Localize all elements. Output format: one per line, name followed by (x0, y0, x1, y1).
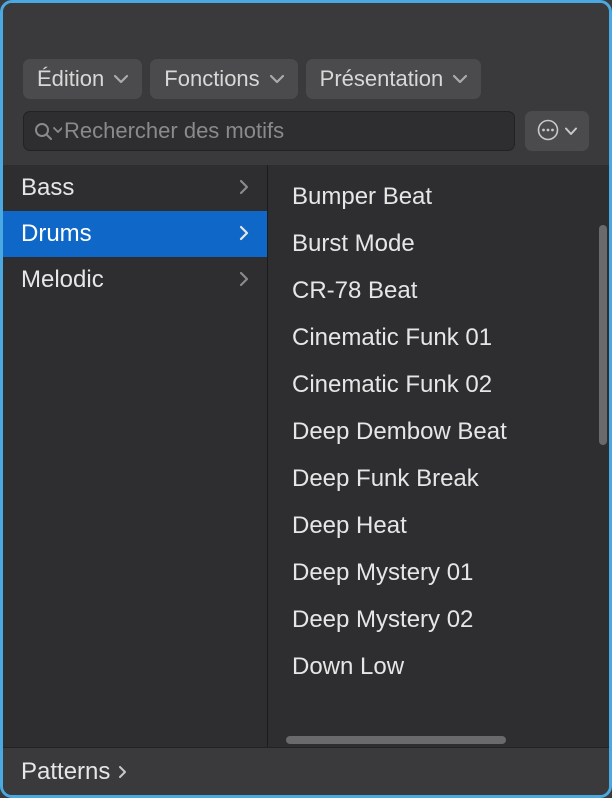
list-item-label: Burst Mode (292, 230, 415, 258)
edit-menu-label: Édition (37, 66, 104, 92)
scrollbar-vertical[interactable] (599, 225, 607, 445)
search-input[interactable] (64, 118, 504, 144)
list-item-label: Down Low (292, 653, 404, 681)
list-item[interactable]: CR-78 Beat (268, 267, 609, 314)
list-item[interactable]: Down Low (268, 643, 609, 690)
titlebar (3, 3, 609, 47)
list-item-label: Deep Funk Break (292, 465, 479, 493)
window-frame: Édition Fonctions Présentation (0, 0, 612, 798)
list-item-label: CR-78 Beat (292, 277, 417, 305)
pattern-column: Bumper Beat Burst Mode CR-78 Beat Cinema… (268, 165, 609, 747)
search-icon (32, 121, 62, 141)
ellipsis-icon (537, 119, 559, 144)
list-item[interactable]: Cinematic Funk 01 (268, 314, 609, 361)
list-item-label: Deep Dembow Beat (292, 418, 507, 446)
chevron-down-icon (453, 74, 467, 84)
category-item-drums[interactable]: Drums (3, 211, 267, 257)
chevron-down-icon (114, 74, 128, 84)
category-item-bass[interactable]: Bass (3, 165, 267, 211)
list-item[interactable]: Deep Funk Break (268, 455, 609, 502)
chevron-down-icon (565, 124, 577, 139)
list-item-label: Deep Mystery 02 (292, 606, 473, 634)
category-item-melodic[interactable]: Melodic (3, 257, 267, 303)
chevron-right-icon (239, 266, 249, 294)
chevron-down-icon (270, 74, 284, 84)
list-item-label: Cinematic Funk 01 (292, 324, 492, 352)
list-item-label: Deep Mystery 01 (292, 559, 473, 587)
list-item-label: Cinematic Funk 02 (292, 371, 492, 399)
list-item[interactable]: Cinematic Funk 02 (268, 361, 609, 408)
search-field[interactable] (23, 111, 515, 151)
chevron-right-icon (239, 220, 249, 248)
list-item[interactable]: Burst Mode (268, 220, 609, 267)
pattern-browser: Bass Drums Melodic Bumper Beat (3, 165, 609, 747)
functions-menu-button[interactable]: Fonctions (150, 59, 297, 99)
category-label: Melodic (21, 266, 104, 294)
list-item[interactable]: Deep Mystery 02 (268, 596, 609, 643)
toolbar: Édition Fonctions Présentation (3, 47, 609, 111)
more-options-button[interactable] (525, 111, 589, 151)
category-column: Bass Drums Melodic (3, 165, 267, 747)
functions-menu-label: Fonctions (164, 66, 259, 92)
list-item[interactable]: Deep Mystery 01 (268, 549, 609, 596)
search-row (3, 111, 609, 165)
view-menu-button[interactable]: Présentation (306, 59, 482, 99)
breadcrumb-root: Patterns (21, 758, 110, 786)
category-label: Drums (21, 220, 92, 248)
scrollbar-horizontal[interactable] (286, 736, 506, 744)
chevron-right-icon (239, 174, 249, 202)
pattern-list: Bumper Beat Burst Mode CR-78 Beat Cinema… (268, 165, 609, 690)
list-item-label: Deep Heat (292, 512, 407, 540)
list-item-label: Bumper Beat (292, 183, 432, 211)
breadcrumb[interactable]: Patterns (3, 747, 609, 795)
chevron-right-icon (118, 765, 127, 779)
list-item[interactable]: Deep Dembow Beat (268, 408, 609, 455)
list-item[interactable]: Bumper Beat (268, 173, 609, 220)
view-menu-label: Présentation (320, 66, 444, 92)
list-item[interactable]: Deep Heat (268, 502, 609, 549)
edit-menu-button[interactable]: Édition (23, 59, 142, 99)
category-label: Bass (21, 174, 74, 202)
